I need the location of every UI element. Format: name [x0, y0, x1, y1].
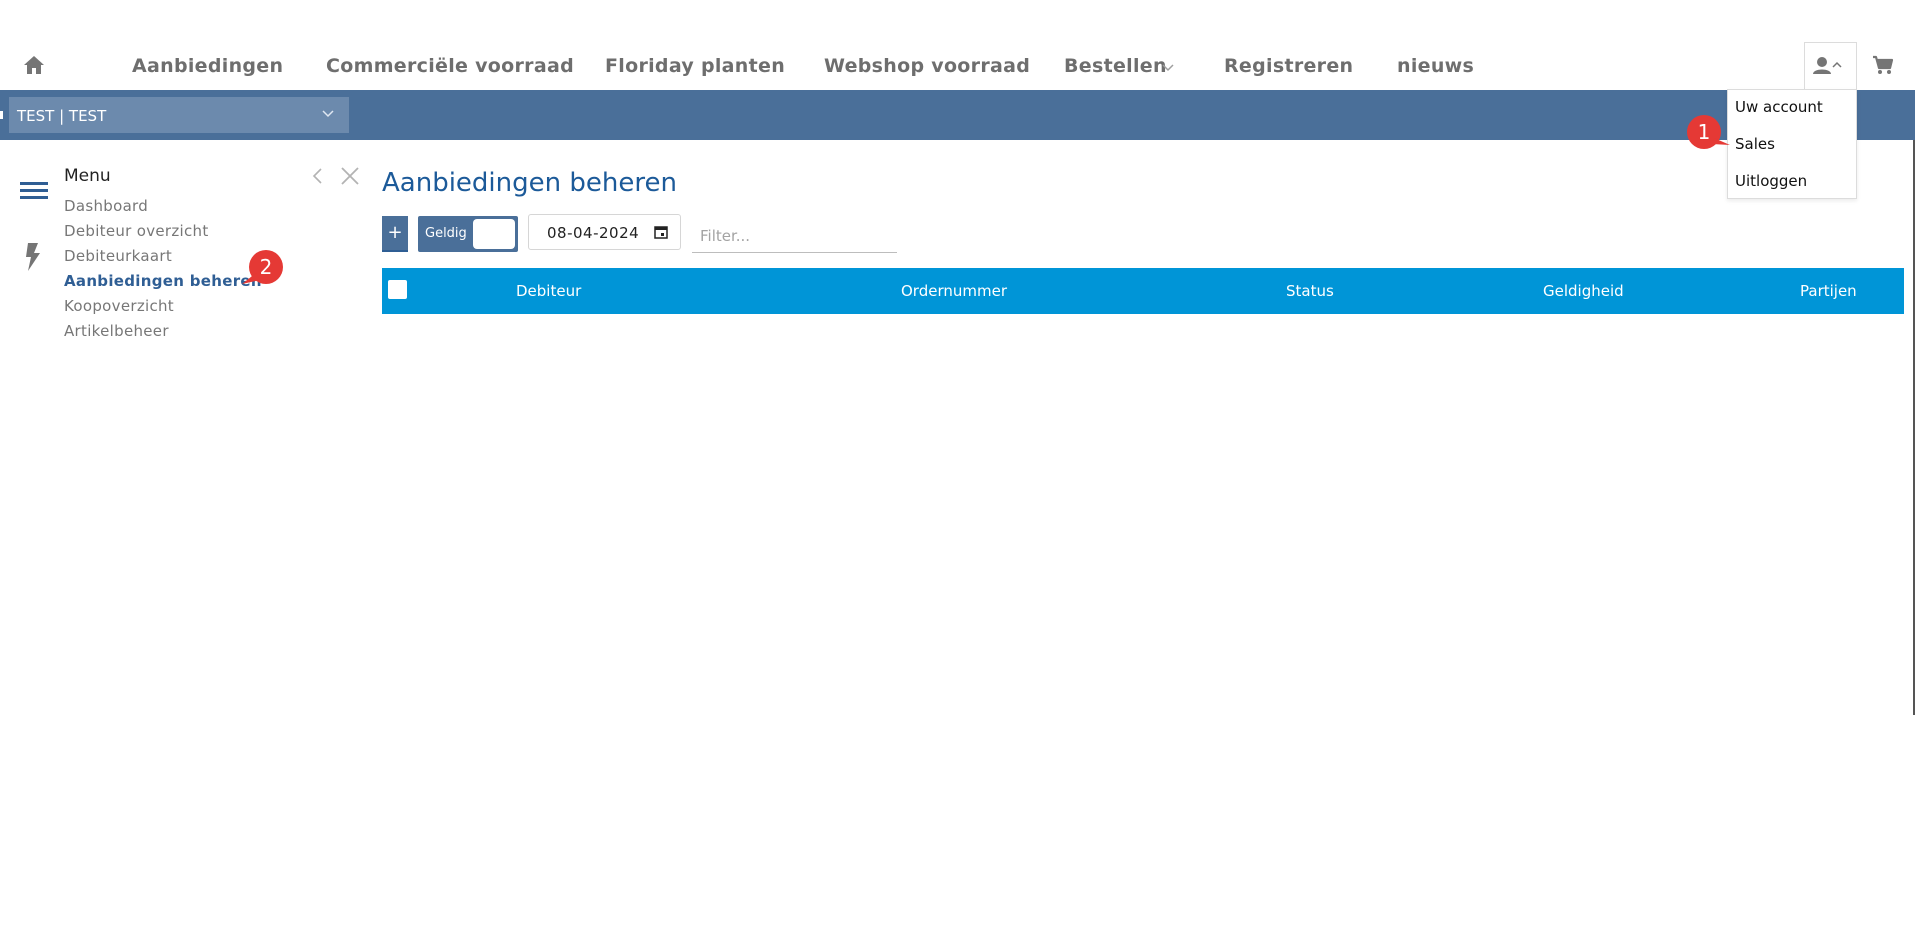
- chevron-down-icon[interactable]: [1160, 58, 1176, 72]
- sidebar-item-debiteurkaart[interactable]: Debiteurkaart: [64, 247, 172, 265]
- date-value: 08-04-2024: [547, 224, 640, 242]
- nav-aanbiedingen[interactable]: Aanbiedingen: [132, 55, 283, 77]
- table-header: Debiteur Ordernummer Status Geldigheid P…: [382, 268, 1904, 314]
- sidebar-item-dashboard[interactable]: Dashboard: [64, 197, 148, 215]
- annotation-badge-2: 2: [240, 249, 286, 289]
- page-title: Aanbiedingen beheren: [382, 168, 677, 198]
- sidebar-item-aanbiedingen-beheren[interactable]: Aanbiedingen beheren: [64, 272, 262, 290]
- calendar-icon[interactable]: [654, 225, 668, 239]
- toggle-label: Geldig: [425, 226, 467, 241]
- user-menu-button[interactable]: [1804, 42, 1857, 90]
- sidebar-item-debiteur-overzicht[interactable]: Debiteur overzicht: [64, 222, 209, 240]
- filter-input[interactable]: [692, 219, 897, 253]
- nav-webshop-voorraad[interactable]: Webshop voorraad: [824, 55, 1030, 77]
- column-header-status[interactable]: Status: [1286, 282, 1334, 300]
- customer-select[interactable]: TEST | TEST: [9, 97, 349, 133]
- geldig-toggle[interactable]: Geldig: [418, 216, 518, 252]
- column-header-debiteur[interactable]: Debiteur: [516, 282, 581, 300]
- toggle-knob: [473, 219, 515, 249]
- chevron-up-icon: [1832, 61, 1842, 68]
- bar-edge-marker: [0, 111, 3, 119]
- column-header-ordernummer[interactable]: Ordernummer: [901, 282, 1007, 300]
- menu-item-uitloggen[interactable]: Uitloggen: [1735, 172, 1807, 190]
- nav-registreren[interactable]: Registreren: [1224, 55, 1353, 77]
- lightning-icon[interactable]: [24, 242, 42, 272]
- column-header-geldigheid[interactable]: Geldigheid: [1543, 282, 1624, 300]
- user-icon: [1813, 57, 1831, 74]
- select-all-checkbox[interactable]: [388, 280, 407, 299]
- menu-item-uw-account[interactable]: Uw account: [1735, 98, 1823, 116]
- column-header-partijen[interactable]: Partijen: [1800, 282, 1857, 300]
- annotation-badge-1: 1: [1686, 114, 1732, 154]
- customer-select-value: TEST | TEST: [17, 107, 107, 125]
- nav-nieuws[interactable]: nieuws: [1397, 55, 1474, 77]
- cart-icon[interactable]: [1872, 54, 1894, 76]
- top-navigation: Aanbiedingen Commerciële voorraad Florid…: [0, 0, 1915, 90]
- add-button[interactable]: +: [382, 216, 408, 252]
- nav-floriday-planten[interactable]: Floriday planten: [605, 55, 785, 77]
- chevron-left-icon[interactable]: [310, 166, 324, 186]
- home-icon[interactable]: [22, 54, 46, 76]
- nav-commerciele-voorraad[interactable]: Commerciële voorraad: [326, 55, 574, 77]
- date-field[interactable]: 08-04-2024: [528, 214, 681, 250]
- nav-bestellen[interactable]: Bestellen: [1064, 55, 1167, 77]
- sidebar-item-artikelbeheer[interactable]: Artikelbeheer: [64, 322, 169, 340]
- sidebar-title: Menu: [64, 166, 111, 186]
- user-dropdown-menu: Uw account Sales Uitloggen: [1727, 89, 1857, 199]
- menu-item-sales[interactable]: Sales: [1735, 135, 1775, 153]
- chevron-down-icon: [322, 110, 334, 118]
- sidebar-item-koopoverzicht[interactable]: Koopoverzicht: [64, 297, 174, 315]
- close-icon[interactable]: [339, 165, 361, 187]
- hamburger-menu-icon[interactable]: [20, 180, 50, 202]
